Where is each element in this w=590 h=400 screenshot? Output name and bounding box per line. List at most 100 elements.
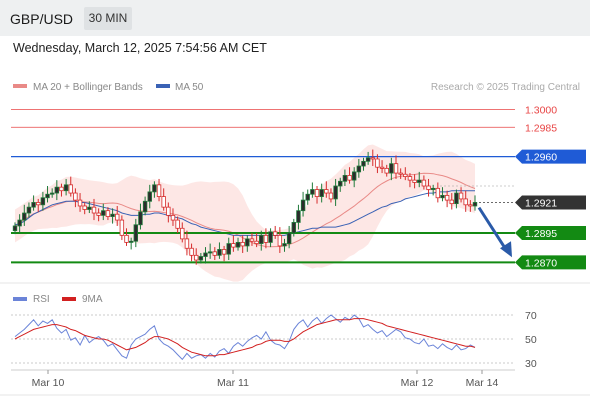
rsi-tick-label: 70 [525,310,537,322]
candle-body [105,210,111,217]
candle-body [328,192,334,200]
candle-body [138,211,143,226]
candle-body [389,163,394,174]
legend-swatch-rsi [13,297,27,301]
candle-body [31,202,36,208]
candle-body [417,179,422,183]
candle-body [268,231,273,243]
candle-body [203,252,208,257]
candle-body [87,206,92,210]
forecast-arrow-shaft [477,206,509,253]
candle-body [361,160,366,167]
candle-body [166,206,171,216]
candle-body [324,189,329,194]
candle-body [36,202,41,206]
level-label-1.2985: 1.2985 [525,122,557,134]
rsi-tick-label: 30 [525,358,537,370]
level-label-1.2895: 1.2895 [525,228,557,240]
candle-body [198,256,204,261]
candle-body [430,187,436,190]
candle-body [305,193,310,201]
candle-body [254,240,259,244]
candle-body [119,219,125,236]
candle-body [82,205,87,210]
candle-body [133,224,139,242]
x-tick-label: Mar 11 [217,377,249,389]
candle-body [421,179,427,187]
candle-body [273,231,278,236]
candle-body [26,206,32,214]
candle-body [22,212,27,221]
candle-body [463,198,468,206]
candle-body [440,194,445,199]
rsi-tick-label: 50 [525,334,537,346]
candle-body [449,199,454,205]
legend-swatch-ma20 [13,84,27,88]
candle-body [221,249,227,255]
level-label-1.2870: 1.2870 [525,257,557,269]
candle-body [77,199,83,207]
candle-body [101,210,106,216]
candle-body [59,186,64,192]
x-tick-label: Mar 12 [401,377,434,389]
candle-body [245,238,250,247]
candle-body [412,179,417,183]
candle-body [207,251,213,254]
candle-body [468,204,473,207]
level-label-1.2960: 1.2960 [525,152,557,164]
candle-body [189,247,194,256]
candle-body [259,234,264,244]
candle-body [444,194,450,201]
candle-body [147,191,152,202]
candle-body [161,196,166,208]
x-tick-label: Mar 14 [466,377,499,389]
candle-body [333,185,338,200]
candle-body [40,197,46,206]
candle-body [142,200,148,213]
candle-body [338,180,343,187]
x-tick-label: Mar 10 [32,377,65,389]
candle-body [375,158,380,168]
candle-body [152,184,157,193]
candle-body [351,171,357,181]
candle-body [314,189,320,197]
candle-body [398,172,403,175]
legend-label-ma20: MA 20 + Bollinger Bands [33,82,143,93]
candle-body [240,241,245,247]
candle-body [393,163,399,174]
candle-body [342,175,348,182]
level-label-1.3000: 1.3000 [525,105,557,117]
candle-body [370,157,375,160]
candle-body [170,214,176,221]
candle-body [458,192,464,200]
candle-body [347,175,352,181]
legend-label-9ma: 9MA [82,294,103,305]
candle-body [235,241,241,248]
chart-root: GBP/USD 30 MIN Wednesday, March 12, 2025… [0,0,590,400]
candle-body [319,189,324,197]
candle-body [379,166,385,169]
candle-body [212,251,217,256]
candle-body [472,202,478,207]
candle-body [17,219,22,227]
candle-body [128,240,134,243]
watermark: Research © 2025 Trading Central [431,82,580,93]
candle-body [356,165,362,173]
bollinger-band [15,144,475,282]
candle-body [407,176,413,181]
candle-body [286,232,292,244]
candle-body [54,186,60,194]
candle-body [184,238,190,249]
candle-body [365,157,371,162]
candle-body [231,243,236,248]
legend-label-ma50: MA 50 [175,82,204,93]
legend-swatch-ma50 [156,84,170,88]
candle-body [175,219,180,229]
candle-body [277,234,283,247]
candle-body [45,193,50,199]
candle-body [49,192,55,195]
candle-body [282,243,287,247]
candle-body [291,222,296,234]
candle-body [300,199,306,212]
candle-body [156,184,162,197]
